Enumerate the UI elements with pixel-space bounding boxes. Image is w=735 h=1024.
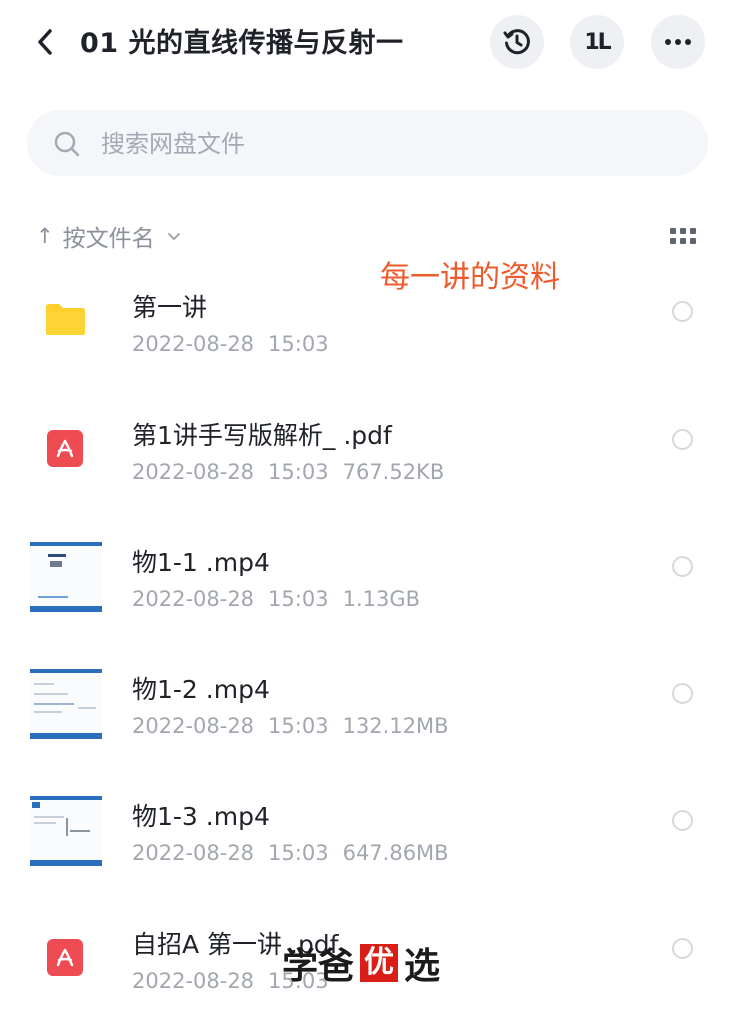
file-row[interactable]: 第1讲手写版解析_ .pdf 2022-08-28 15:03 767.52KB [0,386,735,510]
file-date: 2022-08-28 [132,460,255,484]
watermark: 学爸 优 选 [282,937,440,989]
video-thumbnail [30,796,102,866]
more-icon [665,39,691,45]
file-date: 2022-08-28 [132,841,255,865]
file-time: 15:03 [268,332,329,356]
file-name: 第1讲手写版解析_ .pdf [132,421,392,450]
file-size: 132.12MB [342,714,449,738]
file-time: 15:03 [268,841,329,865]
top-bar: 01 光的直线传播与反射一 1L [0,0,735,84]
file-size: 1.13GB [342,587,421,611]
history-icon [503,29,530,55]
file-row[interactable]: 第一讲 2022-08-28 15:03 [0,258,735,382]
history-button[interactable] [490,15,544,69]
search-input[interactable] [99,124,663,164]
select-checkbox[interactable] [672,301,693,322]
file-size: 767.52KB [342,460,445,484]
search-bar[interactable] [27,110,708,176]
file-meta: 2022-08-28 15:03 1.13GB [132,587,434,611]
file-row[interactable]: 物1-3 .mp4 2022-08-28 15:03 647.86MB [0,767,735,891]
select-checkbox[interactable] [672,556,693,577]
select-checkbox[interactable] [672,938,693,959]
file-name: 第一讲 [132,293,208,322]
pdf-icon [47,939,83,976]
video-thumbnail [30,542,102,612]
sort-direction-icon: ↑ [36,224,54,248]
folder-icon [46,304,85,335]
file-date: 2022-08-28 [132,969,255,993]
file-row[interactable]: 物1-1 .mp4 2022-08-28 15:03 1.13GB [0,513,735,637]
file-meta: 2022-08-28 15:03 767.52KB [132,460,458,484]
file-date: 2022-08-28 [132,587,255,611]
sort-label: 按文件名 [62,226,155,252]
watermark-part2: 优 [360,944,399,982]
grid-view-icon[interactable] [670,228,696,245]
file-row[interactable]: 物1-2 .mp4 2022-08-28 15:03 132.12MB [0,640,735,764]
file-meta: 2022-08-28 15:03 132.12MB [132,714,463,738]
more-button[interactable] [651,15,705,69]
page-title: 01 光的直线传播与反射一 [80,28,404,59]
select-checkbox[interactable] [672,810,693,831]
file-time: 15:03 [268,460,329,484]
file-name: 物1-3 .mp4 [132,802,270,831]
watermark-part1: 学爸 [282,946,355,987]
select-checkbox[interactable] [672,429,693,450]
file-time: 15:03 [268,587,329,611]
file-date: 2022-08-28 [132,332,255,356]
sort-by-name-control[interactable]: ↑ 按文件名 [36,218,181,254]
file-meta: 2022-08-28 15:03 [132,332,343,356]
file-date: 2022-08-28 [132,714,255,738]
file-name: 物1-2 .mp4 [132,675,270,704]
pdf-icon [47,430,83,467]
file-name: 物1-1 .mp4 [132,548,270,577]
file-size: 647.86MB [342,841,449,865]
watermark-part3: 选 [404,946,441,987]
chevron-down-icon [167,232,180,240]
sort-button[interactable]: 1L [570,15,624,69]
video-thumbnail [30,669,102,739]
back-button[interactable] [28,22,62,62]
sort-icon: 1L [584,29,611,55]
file-meta: 2022-08-28 15:03 647.86MB [132,841,463,865]
chevron-left-icon [38,29,52,55]
search-icon [54,131,80,157]
file-time: 15:03 [268,714,329,738]
select-checkbox[interactable] [672,683,693,704]
